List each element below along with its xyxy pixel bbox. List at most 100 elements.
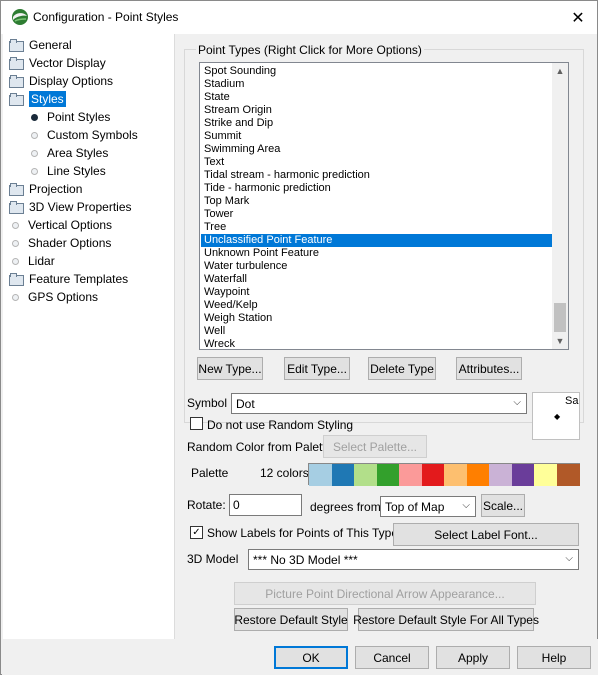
tree-item-label: Vertical Options [28, 218, 113, 232]
list-item[interactable]: Well [201, 325, 552, 338]
list-item[interactable]: Tide - harmonic prediction [201, 182, 552, 195]
tree-item-label: 3D View Properties [29, 200, 132, 214]
bullet-icon [12, 221, 19, 229]
3d-model-value: *** No 3D Model *** [253, 552, 358, 567]
list-item[interactable]: Spot Sounding [201, 65, 552, 78]
list-item[interactable]: Unknown Point Feature [201, 247, 552, 260]
palette-swatch [421, 464, 445, 486]
point-styles-panel: Point Types (Right Click for More Option… [176, 34, 593, 639]
list-item[interactable]: Unclassified Point Feature [201, 234, 552, 247]
tree-item-general[interactable]: General [9, 36, 72, 54]
configuration-dialog: Configuration - Point Styles ✕ General Ve… [0, 0, 598, 675]
list-item[interactable]: Summit [201, 130, 552, 143]
list-item[interactable]: Top Mark [201, 195, 552, 208]
window-title: Configuration - Point Styles [33, 10, 179, 24]
degrees-from-label: degrees from [310, 500, 381, 514]
random-color-label: Random Color from Palette [187, 440, 333, 454]
point-types-list[interactable]: Wreck Well Weigh Station Weed/Kelp Waypoint W… [199, 62, 569, 350]
tree-item-label: Line Styles [47, 164, 106, 178]
palette-swatch [376, 464, 400, 486]
list-item[interactable]: Stream Origin [201, 104, 552, 117]
chevron-down-icon: ⌵ [513, 397, 521, 408]
list-item[interactable]: Water turbulence [201, 260, 552, 273]
list-item[interactable]: Waterfall [201, 273, 552, 286]
palette-label: Palette [191, 466, 229, 480]
restore-default-button[interactable]: Restore Default Style [234, 608, 348, 631]
tree-item-area-styles[interactable]: Area Styles [31, 144, 108, 162]
folder-open-icon [9, 93, 24, 106]
scale-button[interactable]: Scale... [481, 494, 525, 517]
cancel-button[interactable]: Cancel [355, 646, 429, 669]
dot-symbol-icon: ◆ [554, 412, 561, 421]
edit-type-button[interactable]: Edit Type... [284, 357, 350, 380]
show-labels-checkbox[interactable]: ✓ [190, 526, 203, 539]
restore-all-button[interactable]: Restore Default Style For All Types [353, 608, 539, 631]
palette-swatch [399, 464, 422, 486]
symbol-preview-text: Sa [565, 395, 579, 407]
list-item[interactable]: Tidal stream - harmonic prediction [201, 169, 552, 182]
tree-item-lidar[interactable]: Lidar [9, 252, 55, 270]
rotate-value: 0 [233, 498, 240, 512]
palette-swatch [489, 464, 512, 486]
title-bar: Configuration - Point Styles ✕ [1, 1, 597, 34]
arrow-appearance-button[interactable]: Picture Point Directional Arrow Appearan… [234, 582, 536, 605]
palette-swatch [444, 464, 467, 486]
dialog-footer: OK Cancel Apply Help [2, 639, 598, 675]
palette-swatch [556, 464, 580, 486]
select-label-font-button[interactable]: Select Label Font... [393, 523, 579, 546]
symbol-value: Dot [236, 396, 255, 411]
list-item[interactable]: Stadium [201, 78, 552, 91]
close-icon[interactable]: ✕ [565, 5, 591, 31]
tree-item-label: Projection [29, 182, 83, 196]
folder-icon [9, 201, 24, 214]
list-item[interactable]: Weed/Kelp [201, 299, 552, 312]
list-item[interactable]: Tower [201, 208, 552, 221]
scroll-up-icon[interactable]: ▲ [552, 63, 568, 79]
tree-item-gps-options[interactable]: GPS Options [9, 288, 98, 306]
tree-item-custom-symbols[interactable]: Custom Symbols [31, 126, 138, 144]
tree-item-label: Point Styles [47, 110, 111, 124]
delete-type-button[interactable]: Delete Type [368, 357, 436, 380]
scroll-down-icon[interactable]: ▼ [552, 333, 568, 349]
list-item[interactable]: Weigh Station [201, 312, 552, 325]
palette-swatches[interactable] [308, 463, 580, 486]
tree-item-projection[interactable]: Projection [9, 180, 82, 198]
bullet-filled-icon [31, 113, 38, 121]
apply-button[interactable]: Apply [436, 646, 510, 669]
list-item[interactable]: Waypoint [201, 286, 552, 299]
list-item[interactable]: Tree [201, 221, 552, 234]
scroll-thumb[interactable] [554, 303, 566, 332]
tree-item-label: Area Styles [47, 146, 109, 160]
list-item[interactable]: Strike and Dip [201, 117, 552, 130]
list-item[interactable]: State [201, 91, 552, 104]
list-item[interactable]: Swimming Area [201, 143, 552, 156]
tree-item-shader-options[interactable]: Shader Options [9, 234, 111, 252]
help-button[interactable]: Help [517, 646, 591, 669]
list-scrollbar[interactable]: ▲ ▼ [552, 63, 568, 349]
random-styling-label: Do not use Random Styling [207, 418, 354, 432]
folder-icon [9, 39, 24, 52]
tree-item-styles[interactable]: Styles [9, 90, 66, 108]
tree-item-display-options[interactable]: Display Options [9, 72, 113, 90]
tree-item-3d-view-properties[interactable]: 3D View Properties [9, 198, 132, 216]
attributes-button[interactable]: Attributes... [456, 357, 522, 380]
tree-item-point-styles[interactable]: Point Styles [31, 108, 110, 126]
new-type-button[interactable]: New Type... [197, 357, 263, 380]
folder-icon [9, 57, 24, 70]
rotate-input[interactable]: 0 [229, 494, 302, 516]
tree-item-label: Display Options [29, 74, 114, 88]
palette-swatch [534, 464, 557, 486]
ok-button[interactable]: OK [274, 646, 348, 669]
random-styling-checkbox[interactable] [190, 417, 203, 430]
tree-item-vector-display[interactable]: Vector Display [9, 54, 106, 72]
tree-item-feature-templates[interactable]: Feature Templates [9, 270, 128, 288]
symbol-select[interactable]: Dot ⌵ [231, 393, 527, 414]
rotate-from-select[interactable]: Top of Map ⌵ [380, 496, 476, 517]
list-item[interactable]: Wreck [201, 338, 552, 349]
3d-model-select[interactable]: *** No 3D Model *** ⌵ [248, 549, 579, 570]
list-item[interactable]: Text [201, 156, 552, 169]
palette-swatch [354, 464, 377, 486]
tree-item-line-styles[interactable]: Line Styles [31, 162, 106, 180]
tree-item-vertical-options[interactable]: Vertical Options [9, 216, 112, 234]
select-palette-button[interactable]: Select Palette... [323, 435, 427, 458]
